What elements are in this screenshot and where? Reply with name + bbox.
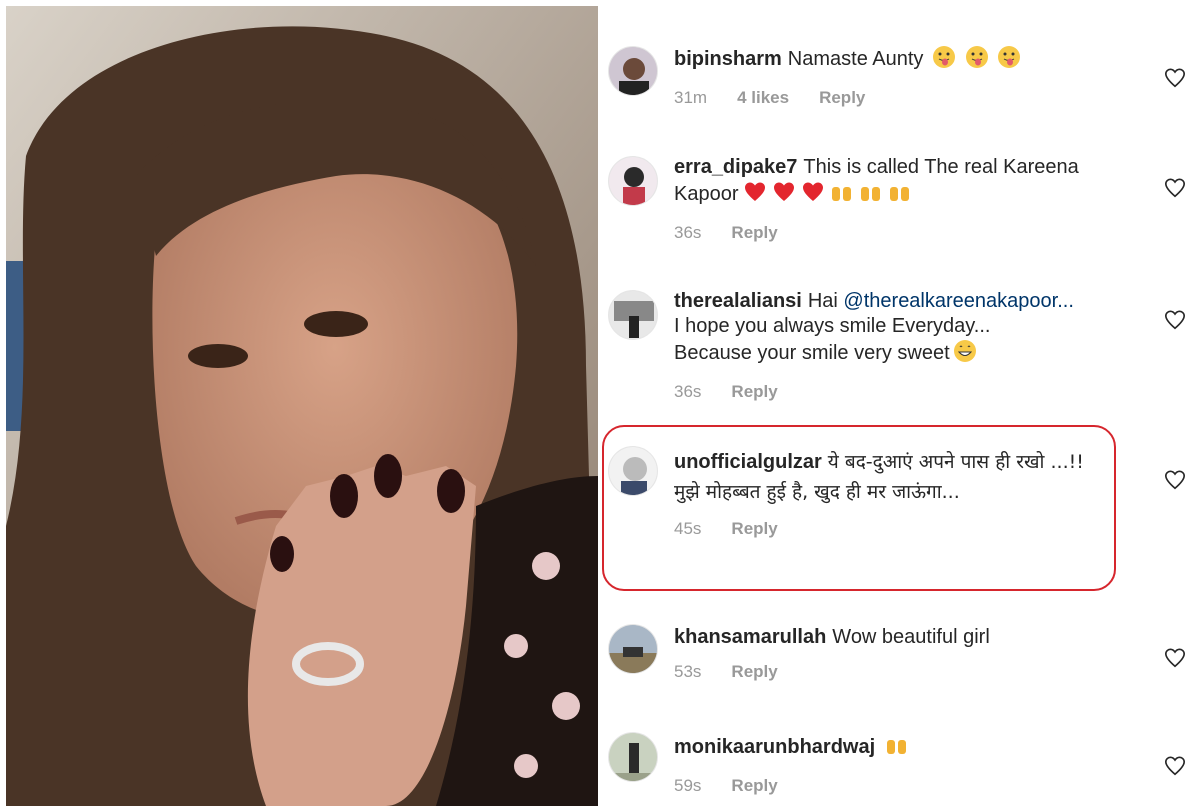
grin-face-icon <box>953 339 977 370</box>
raised-hands-icon <box>858 180 884 211</box>
comment-username[interactable]: erra_dipake7 <box>674 156 797 178</box>
comment-time: 45s <box>674 519 702 538</box>
comment-time: 36s <box>674 382 702 401</box>
comment-likes[interactable]: 4 likes <box>737 88 789 108</box>
comment-text: erra_dipake7 This is called The real Kare… <box>674 155 1124 211</box>
like-heart-icon[interactable] <box>1164 177 1186 199</box>
comment-username[interactable]: khansamarullah <box>674 626 826 648</box>
comment-body-line: मुझे मोहब्बत हुई है, खुद ही मर जाऊंगा... <box>674 481 960 503</box>
red-heart-icon <box>742 180 768 211</box>
avatar-icon <box>609 157 657 205</box>
reply-button[interactable]: Reply <box>731 519 777 539</box>
comment-text: therealaliansi Hai @therealkareenakapoor.… <box>674 289 1124 370</box>
avatar-icon <box>609 733 657 781</box>
like-heart-icon[interactable] <box>1164 469 1186 491</box>
like-heart-icon[interactable] <box>1164 309 1186 331</box>
tongue-face-icon <box>965 45 989 76</box>
avatar[interactable] <box>608 290 658 340</box>
raised-hands-icon <box>887 180 913 211</box>
comment-time: 59s <box>674 776 702 795</box>
comment-username[interactable]: unofficialgulzar <box>674 451 822 473</box>
red-heart-icon <box>771 180 797 211</box>
comments-panel: bipinsharm Namaste Aunty 31m 4 likes Repl… <box>598 0 1200 810</box>
comment-body: Namaste Aunty <box>787 48 924 70</box>
post-photo <box>6 6 598 806</box>
comment-username[interactable]: monikaarunbhardwaj <box>674 736 875 758</box>
selfie-photo-icon <box>6 6 598 806</box>
reply-button[interactable]: Reply <box>731 382 777 402</box>
avatar-icon <box>609 47 657 95</box>
comment-body: Hai <box>807 290 838 312</box>
comment-username[interactable]: therealaliansi <box>674 290 802 312</box>
avatar[interactable] <box>608 46 658 96</box>
comment-body: Wow beautiful girl <box>832 626 990 648</box>
comment-time: 36s <box>674 223 702 242</box>
avatar-icon <box>609 291 657 339</box>
avatar[interactable] <box>608 156 658 206</box>
avatar-icon <box>609 447 657 495</box>
comment-body: ये बद-दुआएं अपने पास ही रखो ...!! <box>827 451 1084 473</box>
avatar-icon <box>609 625 657 673</box>
comment-time: 53s <box>674 662 702 681</box>
tongue-face-icon <box>932 45 956 76</box>
comment-text: khansamarullah Wow beautiful girl <box>674 625 1124 650</box>
red-heart-icon <box>800 180 826 211</box>
avatar[interactable] <box>608 624 658 674</box>
avatar[interactable] <box>608 732 658 782</box>
raised-hands-icon <box>829 180 855 211</box>
avatar[interactable] <box>608 446 658 496</box>
like-heart-icon[interactable] <box>1164 755 1186 777</box>
comment-text: monikaarunbhardwaj <box>674 733 1124 764</box>
comment-body-line: Because your smile very sweet <box>674 342 950 364</box>
reply-button[interactable]: Reply <box>731 662 777 682</box>
comment-time: 31m <box>674 88 708 107</box>
comment-text: bipinsharm Namaste Aunty <box>674 45 1124 76</box>
tongue-face-icon <box>997 45 1021 76</box>
reply-button[interactable]: Reply <box>731 776 777 796</box>
reply-button[interactable]: Reply <box>819 88 865 108</box>
comment-username[interactable]: bipinsharm <box>674 48 782 70</box>
like-heart-icon[interactable] <box>1164 67 1186 89</box>
reply-button[interactable]: Reply <box>731 223 777 243</box>
raised-hands-icon <box>884 733 910 764</box>
mention-link[interactable]: @therealkareenakapoor... <box>843 290 1073 312</box>
comment-body-line: I hope you always smile Everyday... <box>674 315 991 337</box>
comment-text: unofficialgulzar ये बद-दुआएं अपने पास ही … <box>674 447 1124 507</box>
like-heart-icon[interactable] <box>1164 647 1186 669</box>
